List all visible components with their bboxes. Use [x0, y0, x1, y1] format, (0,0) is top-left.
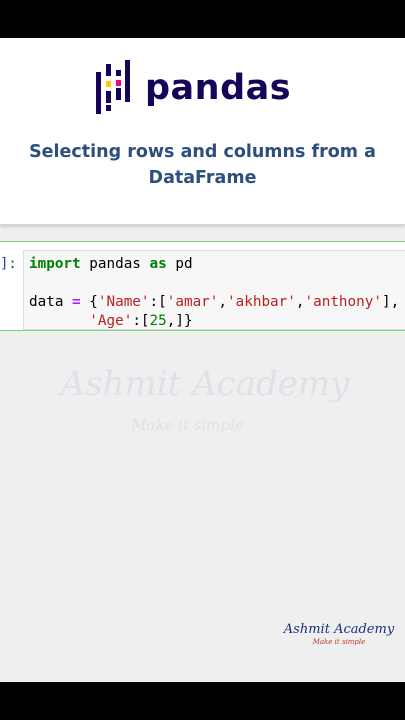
code-punct: :[	[149, 294, 167, 310]
watermark-tagline: Make it simple	[131, 416, 244, 434]
code-punct: ,]}	[166, 313, 193, 329]
slide-content: pandas Selecting rows and columns from a…	[0, 38, 405, 682]
code-module: pandas	[80, 256, 150, 272]
brand-tagline: Make it simple	[312, 638, 366, 646]
pandas-logo: pandas	[95, 60, 291, 116]
code-punct: {	[80, 294, 98, 310]
code-editor[interactable]: import pandas as pd data = {'Name':['ama…	[23, 250, 405, 330]
brand-name: Ashmit Academy	[283, 622, 395, 637]
slide-subtitle: Selecting rows and columns from a DataFr…	[29, 142, 376, 188]
code-operator: =	[72, 294, 81, 310]
code-punct: :[	[132, 313, 150, 329]
cell-prompt: ]:	[0, 256, 17, 272]
code-punct: ],	[381, 294, 400, 310]
notebook-code-cell[interactable]: ]: import pandas as pd data = {'Name':['…	[0, 241, 405, 331]
code-string: 'Age'	[89, 313, 133, 329]
code-alias: pd	[166, 256, 193, 272]
code-string: 'Name'	[97, 294, 150, 310]
code-keyword-import: import	[29, 256, 81, 272]
header-card: pandas Selecting rows and columns from a…	[0, 38, 405, 225]
top-letterbox	[0, 0, 405, 38]
code-string: 'anthony'	[304, 294, 382, 310]
brand-logo: Ashmit Academy Make it simple	[280, 622, 398, 647]
code-number: 25	[149, 313, 167, 329]
code-punct: ,	[218, 294, 228, 310]
bottom-letterbox	[0, 682, 405, 720]
code-keyword-as: as	[149, 256, 167, 272]
code-variable: data	[29, 294, 73, 310]
code-text: import pandas as pd data = {'Name':['ama…	[29, 255, 399, 331]
pandas-logo-icon	[96, 60, 130, 114]
code-string: 'akhbar'	[227, 294, 296, 310]
code-punct: ,	[295, 294, 305, 310]
watermark-title: Ashmit Academy	[60, 364, 350, 404]
pandas-wordmark: pandas	[145, 68, 292, 108]
code-string: 'amar'	[166, 294, 219, 310]
